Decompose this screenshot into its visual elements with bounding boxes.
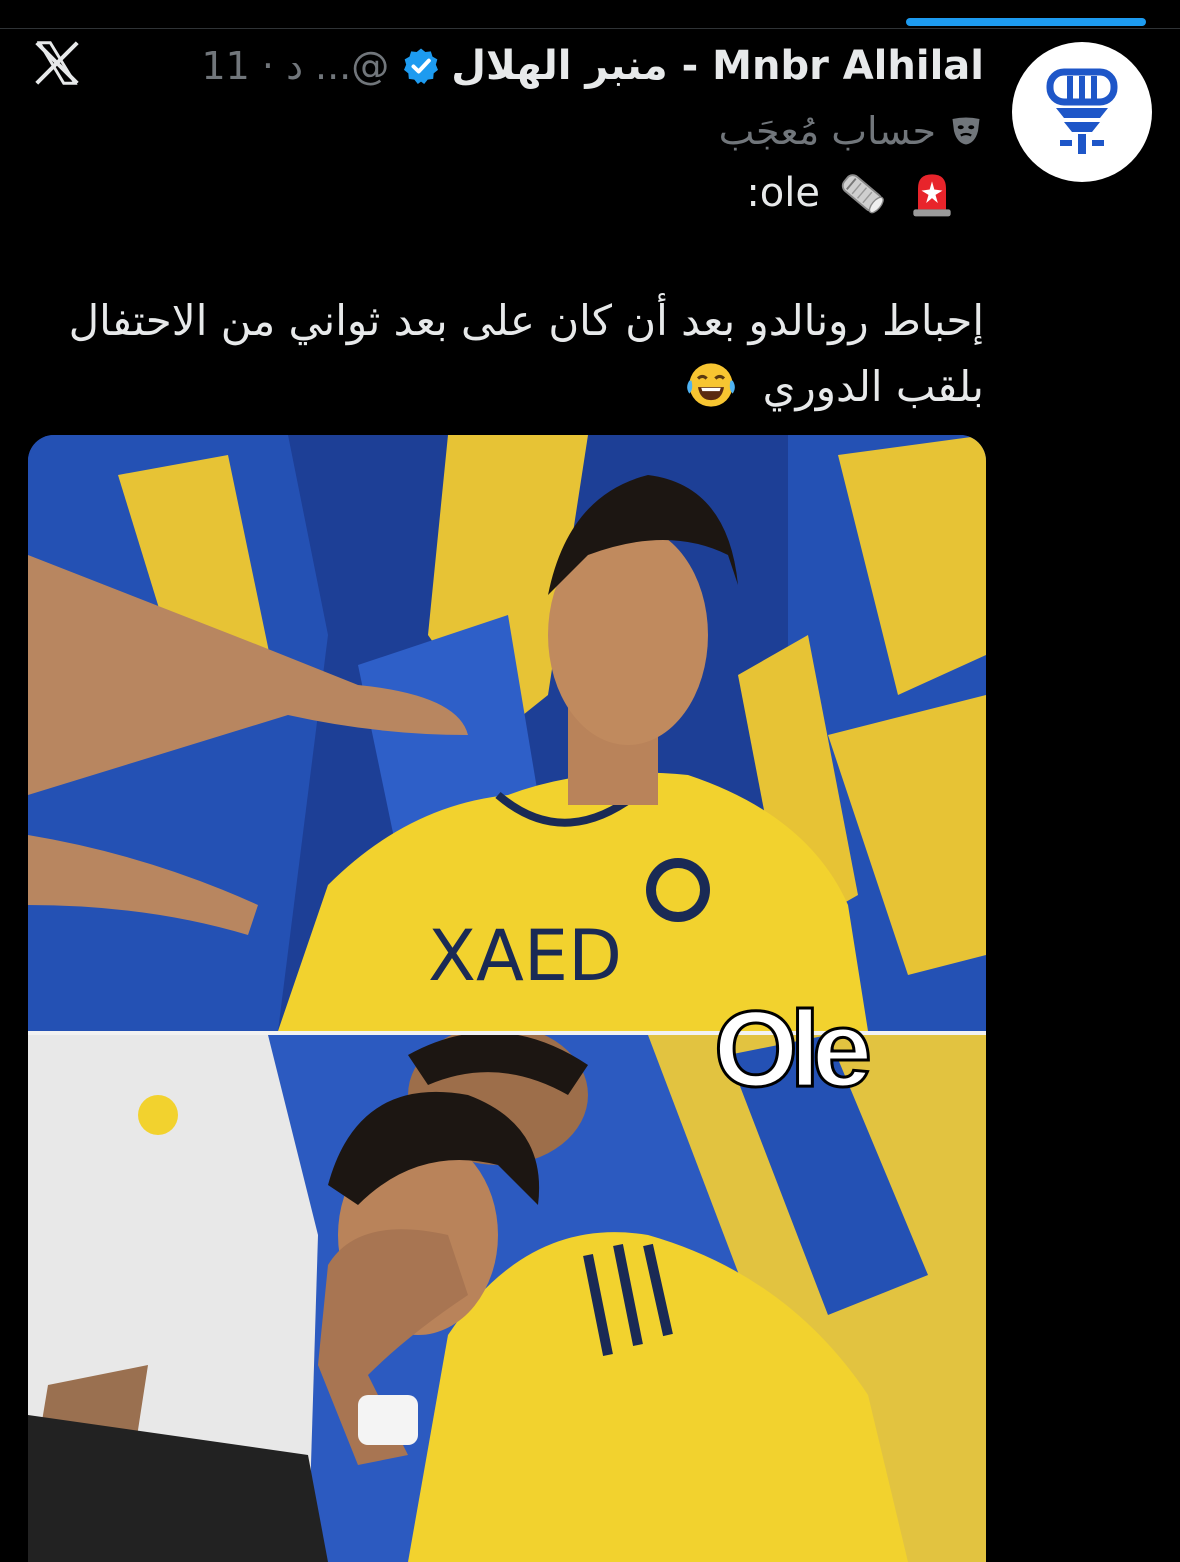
parody-text: حساب مُعجَب bbox=[718, 109, 936, 153]
tweet-header: 11 · د ...@ منبر الهلال - Mnbr Alhilal bbox=[201, 38, 984, 94]
ole-label: :ole bbox=[746, 170, 820, 216]
top-divider bbox=[0, 28, 1180, 29]
tweet-handle[interactable]: ...@ bbox=[315, 44, 389, 88]
avatar[interactable] bbox=[1012, 42, 1152, 182]
tweet-time[interactable]: 11 · د bbox=[201, 44, 303, 88]
ole-line: :ole bbox=[746, 162, 974, 224]
verified-badge-icon bbox=[404, 48, 439, 84]
media-panel-top: XAED bbox=[28, 435, 986, 1031]
jersey-text: XAED bbox=[428, 915, 622, 997]
tweet-body-line-2: بلقب الدوري bbox=[24, 354, 984, 420]
tears-of-joy-emoji-icon bbox=[687, 363, 736, 407]
club-logo-icon bbox=[1046, 68, 1118, 154]
tweet-view: 11 · د ...@ منبر الهلال - Mnbr Alhilal ح… bbox=[0, 0, 1180, 1562]
tweet-media[interactable]: XAED Ole bbox=[28, 435, 986, 1562]
x-logo-icon[interactable] bbox=[30, 36, 84, 90]
rolled-newspaper-emoji-icon bbox=[841, 174, 884, 214]
scroll-indicator bbox=[906, 18, 1146, 26]
media-panel-bottom bbox=[28, 1035, 986, 1562]
parody-mask-icon bbox=[952, 117, 980, 145]
tweet-body: إحباط رونالدو بعد أن كان على بعد ثواني م… bbox=[24, 288, 984, 420]
tweet-body-line-1: إحباط رونالدو بعد أن كان على بعد ثواني م… bbox=[68, 296, 984, 345]
media-watermark: Ole bbox=[712, 988, 873, 1109]
parody-label: حساب مُعجَب bbox=[719, 104, 984, 158]
tweet-body-line-2-text: بلقب الدوري bbox=[762, 362, 984, 411]
display-name[interactable]: منبر الهلال - Mnbr Alhilal bbox=[451, 43, 984, 89]
siren-emoji-icon bbox=[913, 174, 951, 217]
